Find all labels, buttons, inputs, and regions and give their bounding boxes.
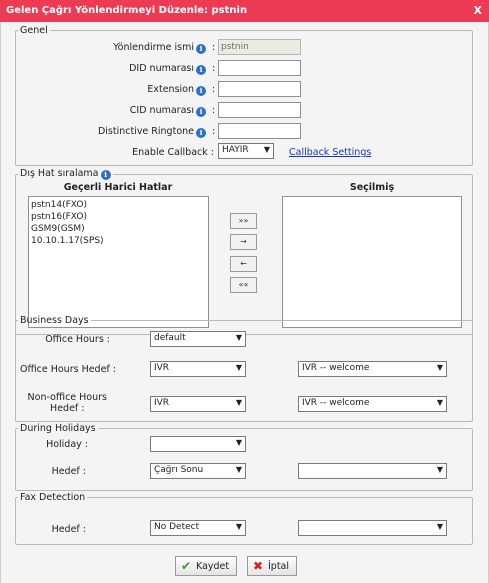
extension-field[interactable] bbox=[218, 81, 301, 97]
info-icon[interactable]: i bbox=[196, 65, 206, 75]
office-hours-dest-select[interactable]: IVR -- welcome ▼ bbox=[298, 361, 447, 377]
info-icon[interactable]: i bbox=[196, 107, 206, 117]
callback-select[interactable]: HAYIR ▼ bbox=[218, 143, 274, 159]
callback-label: Enable Callback : bbox=[132, 147, 214, 158]
save-button[interactable]: ✔ Kaydet bbox=[175, 556, 237, 576]
genel-legend: Genel bbox=[20, 25, 48, 36]
office-hours-dest-type-select[interactable]: IVR ▼ bbox=[150, 361, 246, 377]
dialog-titlebar: Gelen Çağrı Yönlendirmeyi Düzenle: pstni… bbox=[0, 0, 489, 22]
chevron-down-icon: ▼ bbox=[235, 522, 242, 531]
holidays-legend: During Holidays bbox=[20, 423, 96, 434]
did-label: DID numarası i bbox=[129, 63, 206, 75]
route-name-label: Yönlendirme ismi i bbox=[113, 42, 206, 54]
chevron-down-icon: ▼ bbox=[235, 438, 242, 447]
list-item[interactable]: GSM9(GSM) bbox=[29, 223, 208, 235]
list-item[interactable]: pstn16(FXO) bbox=[29, 211, 208, 223]
business-days-legend: Business Days bbox=[20, 315, 89, 326]
selected-header: Seçilmiş bbox=[349, 182, 395, 193]
holiday-dest-label: Hedef : bbox=[51, 466, 86, 477]
move-all-left-button[interactable]: «« bbox=[230, 277, 257, 293]
holiday-label: Holiday : bbox=[46, 439, 88, 450]
move-all-right-button[interactable]: »» bbox=[230, 213, 257, 229]
non-office-hours-dest-select[interactable]: IVR -- welcome ▼ bbox=[298, 396, 447, 412]
ringtone-field[interactable] bbox=[218, 123, 301, 139]
holiday-dest-type-select[interactable]: Çağrı Sonu ▼ bbox=[150, 463, 246, 479]
chevron-down-icon: ▼ bbox=[235, 363, 242, 372]
cross-icon: ✖ bbox=[252, 559, 264, 573]
available-header: Geçerli Harici Hatlar bbox=[63, 182, 173, 193]
cid-field[interactable] bbox=[218, 102, 301, 118]
list-item[interactable]: 10.10.1.17(SPS) bbox=[29, 235, 208, 247]
office-hours-select[interactable]: default ▼ bbox=[150, 331, 246, 347]
holiday-dest-select[interactable]: ▼ bbox=[298, 463, 447, 479]
move-left-button[interactable]: ← bbox=[230, 256, 257, 272]
fax-legend: Fax Detection bbox=[20, 492, 86, 503]
cancel-button[interactable]: ✖ İptal bbox=[247, 556, 297, 576]
holidays-section: During Holidays bbox=[15, 423, 473, 491]
info-icon[interactable]: i bbox=[196, 44, 206, 54]
ringtone-label: Distinctive Ringtone i bbox=[98, 126, 206, 138]
chevron-down-icon: ▼ bbox=[235, 465, 242, 474]
chevron-down-icon: ▼ bbox=[235, 398, 242, 407]
info-icon[interactable]: i bbox=[196, 128, 206, 138]
selected-trunks-list[interactable] bbox=[282, 196, 462, 328]
extension-label: Extension i bbox=[147, 84, 206, 96]
dialog-body: Genel Yönlendirme ismii : DID numarasıi … bbox=[0, 22, 489, 583]
chevron-down-icon: ▼ bbox=[263, 145, 270, 154]
office-hours-dest-label: Office Hours Hedef : bbox=[19, 364, 116, 375]
chevron-down-icon: ▼ bbox=[436, 398, 443, 407]
non-office-hours-dest-type-select[interactable]: IVR ▼ bbox=[150, 396, 246, 412]
office-hours-label: Office Hours : bbox=[45, 334, 110, 345]
trunks-legend: Dış Hat sıralama i bbox=[18, 168, 113, 180]
fax-dest-select[interactable]: ▼ bbox=[298, 520, 447, 536]
check-icon: ✔ bbox=[180, 559, 192, 573]
chevron-down-icon: ▼ bbox=[436, 363, 443, 372]
did-field[interactable] bbox=[218, 60, 301, 76]
chevron-down-icon: ▼ bbox=[436, 465, 443, 474]
move-right-button[interactable]: → bbox=[230, 234, 257, 250]
dialog-title: Gelen Çağrı Yönlendirmeyi Düzenle: pstni… bbox=[6, 5, 248, 16]
info-icon[interactable]: i bbox=[196, 86, 206, 96]
close-icon[interactable]: X bbox=[474, 4, 482, 17]
non-office-hours-dest-label: Non-office Hours Hedef : bbox=[27, 392, 107, 414]
holiday-select[interactable]: ▼ bbox=[150, 436, 246, 452]
route-name-field bbox=[218, 39, 301, 55]
fax-dest-type-select[interactable]: No Detect ▼ bbox=[150, 520, 246, 536]
fax-section: Fax Detection bbox=[15, 492, 473, 545]
fax-dest-label: Hedef : bbox=[51, 524, 86, 535]
callback-settings-link[interactable]: Callback Settings bbox=[289, 147, 371, 158]
chevron-down-icon: ▼ bbox=[235, 333, 242, 342]
list-item[interactable]: pstn14(FXO) bbox=[29, 199, 208, 211]
info-icon[interactable]: i bbox=[100, 170, 111, 180]
available-trunks-list[interactable]: pstn14(FXO) pstn16(FXO) GSM9(GSM) 10.10.… bbox=[28, 196, 209, 328]
cid-label: CID numarası i bbox=[130, 105, 206, 117]
chevron-down-icon: ▼ bbox=[436, 522, 443, 531]
